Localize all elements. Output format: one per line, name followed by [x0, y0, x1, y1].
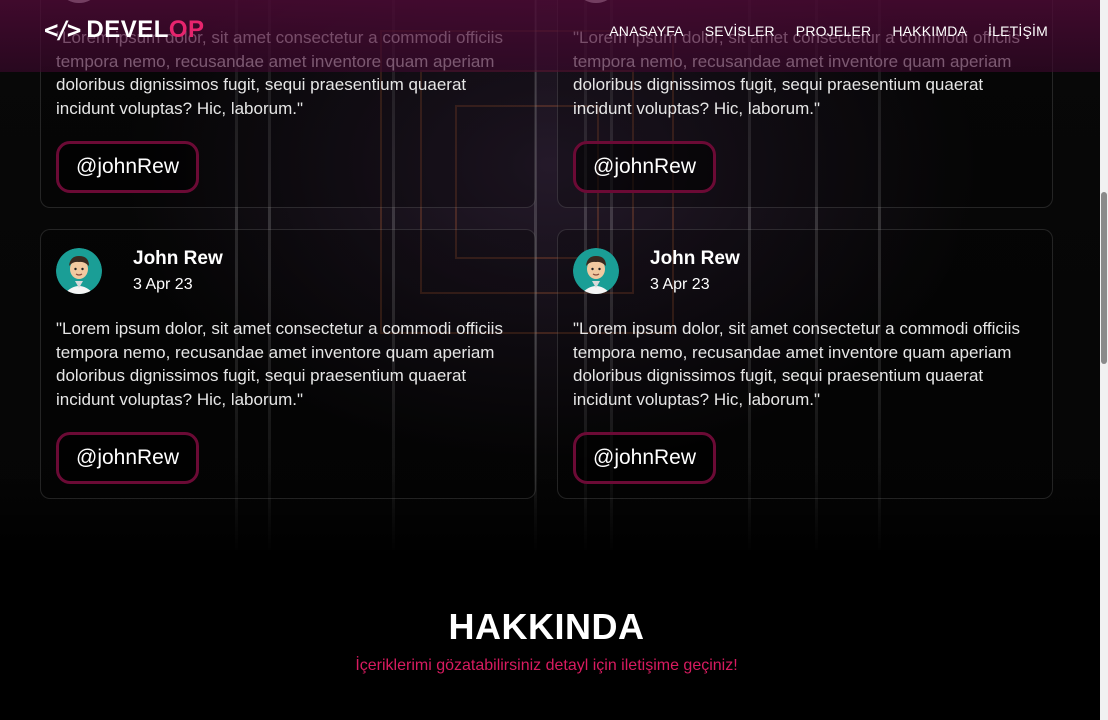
testimonial-text: "Lorem ipsum dolor, sit amet consectetur… — [573, 319, 1020, 409]
navbar: </> DEVELOP ANASAYFA SEVİSLER PROJELER H… — [0, 0, 1100, 72]
handle-button[interactable]: @johnRew — [56, 141, 200, 193]
avatar-icon — [573, 248, 619, 294]
page: "Lorem ipsum dolor, sit amet consectetur… — [0, 0, 1108, 720]
handle-button[interactable]: @johnRew — [573, 141, 717, 193]
post-date: 3 Apr 23 — [133, 276, 193, 293]
nav-link-projeler[interactable]: PROJELER — [796, 23, 872, 39]
testimonial-text: "Lorem ipsum dolor, sit amet consectetur… — [56, 319, 503, 409]
author-name: John Rew — [650, 248, 740, 269]
logo-text: DEVELOP — [86, 16, 204, 44]
section-title: HAKKINDA — [448, 606, 645, 647]
handle-button[interactable]: @johnRew — [573, 432, 717, 484]
logo-text-main: DEVEL — [86, 16, 169, 43]
scrollbar[interactable] — [1100, 0, 1108, 720]
testimonial-card: John Rew 3 Apr 23 "Lorem ipsum dolor, si… — [40, 229, 536, 499]
nav-menu: ANASAYFA SEVİSLER PROJELER HAKKIMDA İLET… — [609, 23, 1048, 39]
nav-link-anasayfa[interactable]: ANASAYFA — [609, 23, 683, 39]
testimonial-card: John Rew 3 Apr 23 "Lorem ipsum dolor, si… — [557, 229, 1053, 499]
author-name: John Rew — [133, 248, 223, 269]
handle-button[interactable]: @johnRew — [56, 432, 200, 484]
post-date: 3 Apr 23 — [650, 276, 710, 293]
section-subtitle: İçeriklerimi gözatabilirsiniz detayl içi… — [355, 657, 738, 674]
avatar-icon — [56, 248, 102, 294]
nav-link-servisler[interactable]: SEVİSLER — [705, 23, 775, 39]
logo-text-accent: OP — [168, 16, 205, 43]
code-brackets-icon: </> — [44, 16, 81, 44]
logo[interactable]: </> DEVELOP — [44, 16, 205, 44]
nav-link-iletisim[interactable]: İLETİŞİM — [988, 23, 1048, 39]
scrollbar-thumb[interactable] — [1101, 192, 1107, 364]
nav-link-hakkimda[interactable]: HAKKIMDA — [892, 23, 967, 39]
